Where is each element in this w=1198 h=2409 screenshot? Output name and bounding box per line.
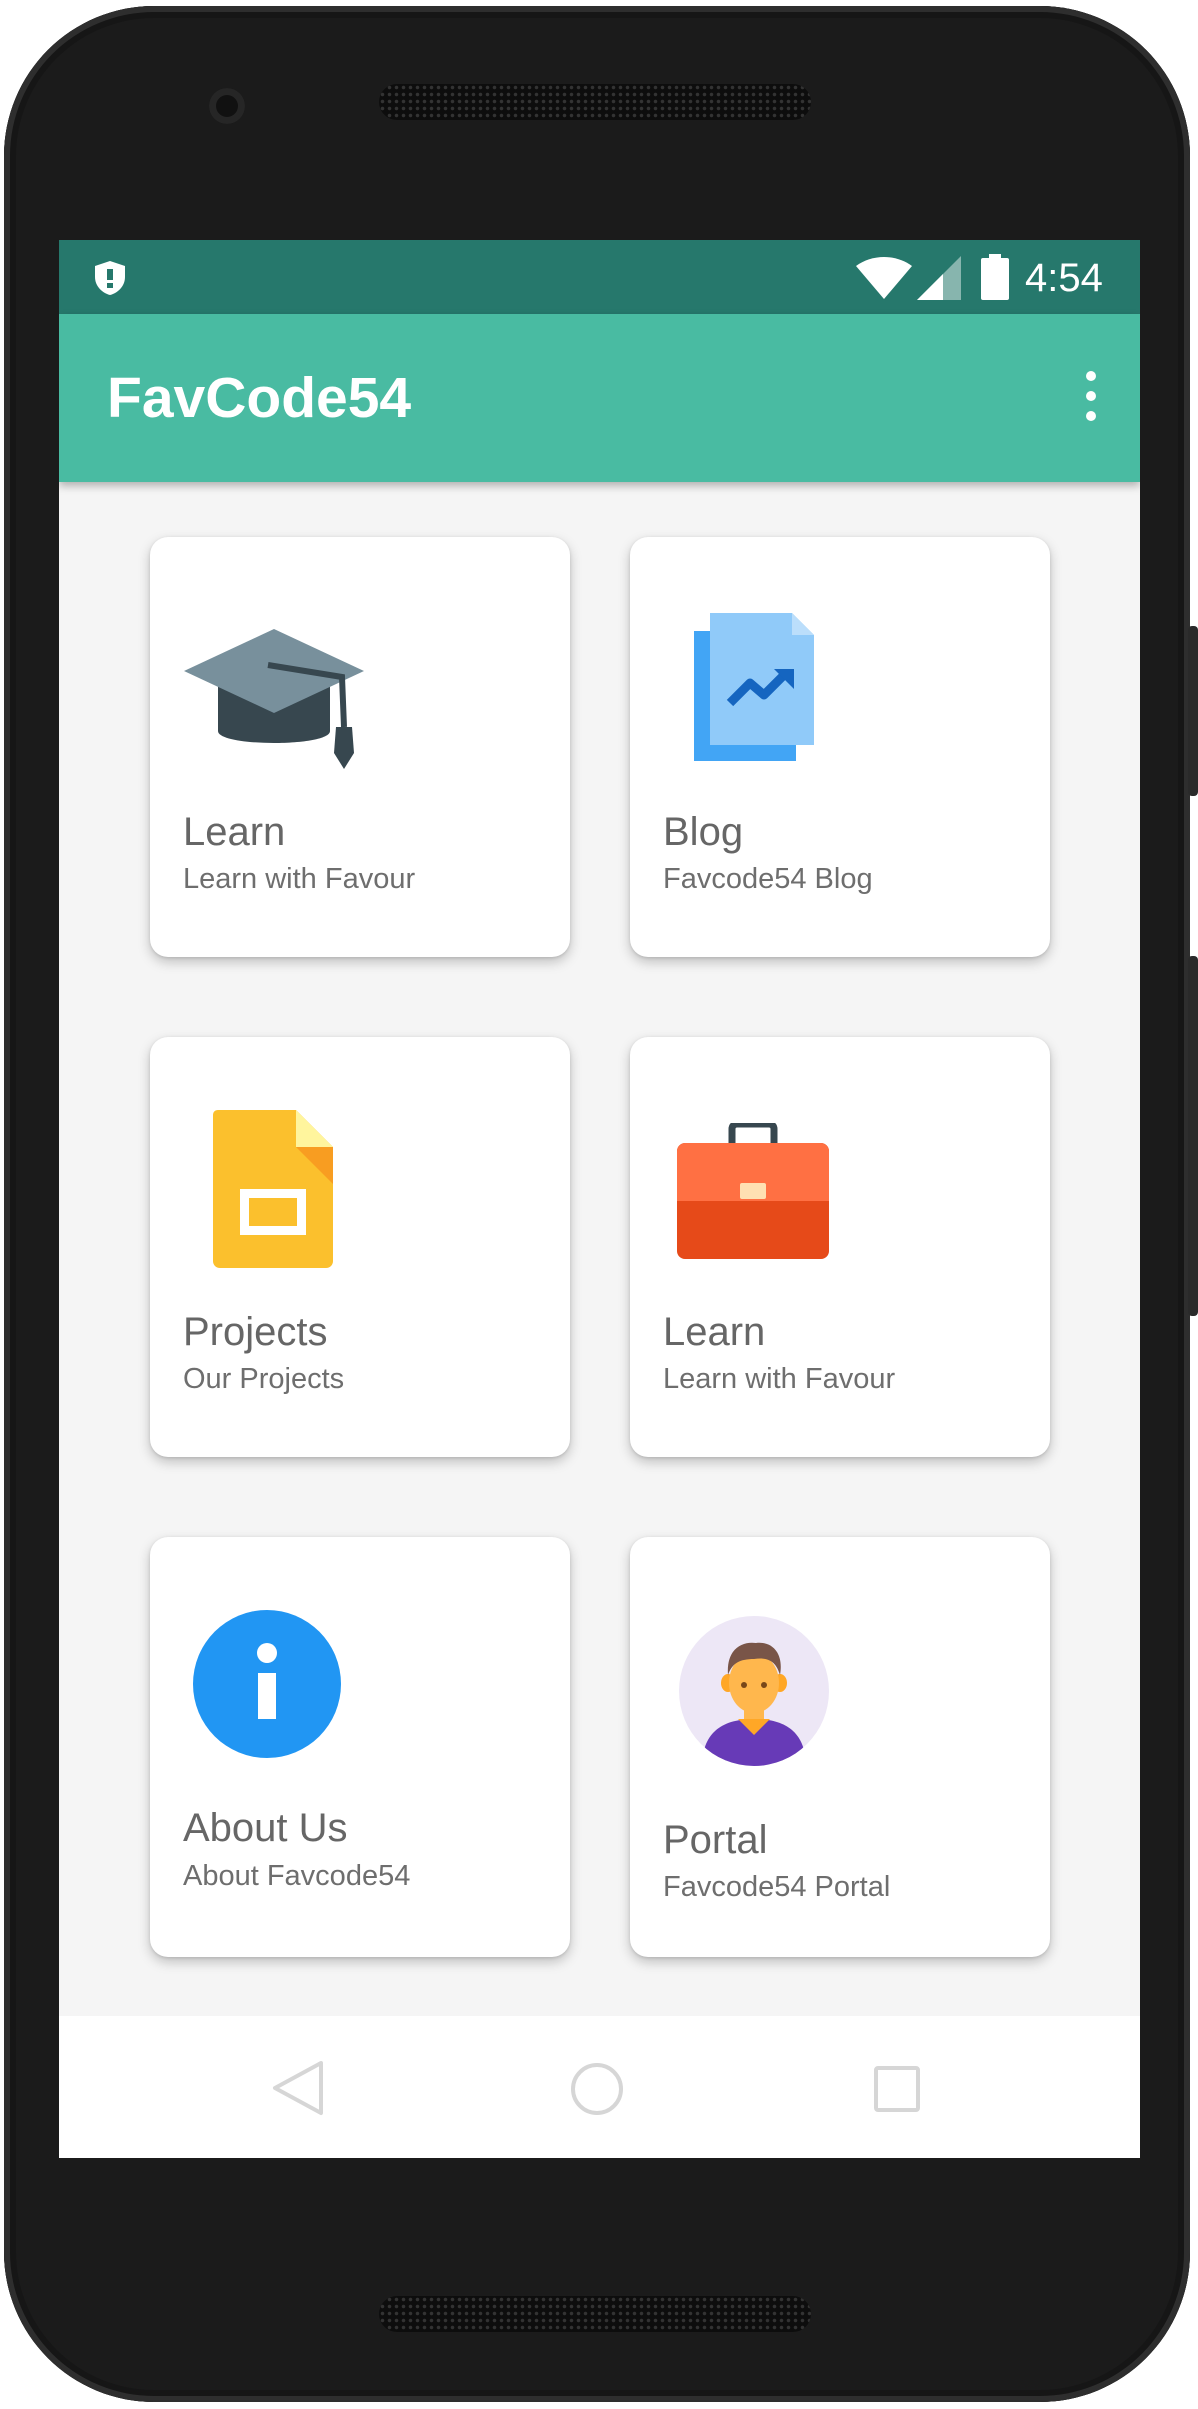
card-title: Portal	[663, 1818, 768, 1862]
card-title: About Us	[183, 1806, 348, 1850]
phone-frame: 4:54 FavCode54 Learn Learn with Favour B…	[4, 6, 1198, 2402]
card-title: Learn	[663, 1310, 766, 1354]
card-learn[interactable]: Learn Learn with Favour	[150, 537, 570, 957]
top-speaker	[379, 84, 811, 120]
app-screen: 4:54 FavCode54 Learn Learn with Favour B…	[59, 240, 1140, 2158]
card-subtitle: Learn with Favour	[663, 1363, 896, 1395]
card-title: Blog	[663, 810, 744, 854]
briefcase-icon	[677, 1123, 829, 1259]
wifi-icon	[856, 257, 912, 299]
card-subtitle: Our Projects	[183, 1363, 345, 1395]
home-icon[interactable]	[570, 2062, 624, 2116]
front-camera	[209, 88, 245, 124]
graduation-cap-icon	[184, 629, 364, 769]
slides-file-icon	[213, 1110, 333, 1268]
card-title: Projects	[183, 1310, 328, 1354]
card-subtitle: Learn with Favour	[183, 863, 416, 895]
volume-button	[1188, 956, 1198, 1316]
card-projects[interactable]: Projects Our Projects	[150, 1037, 570, 1457]
cell-signal-icon	[917, 256, 961, 300]
app-title: FavCode54	[107, 366, 412, 430]
status-time: 4:54	[1025, 256, 1103, 300]
card-portal[interactable]: Portal Favcode54 Portal	[630, 1537, 1050, 1957]
card-learn-2[interactable]: Learn Learn with Favour	[630, 1037, 1050, 1457]
more-options-icon[interactable]	[1071, 366, 1111, 426]
power-button	[1188, 626, 1198, 796]
shield-icon	[95, 261, 125, 295]
navigation-bar	[59, 2016, 1140, 2158]
app-bar: FavCode54	[59, 314, 1140, 482]
back-icon[interactable]	[271, 2060, 325, 2116]
document-chart-icon	[694, 613, 814, 761]
bottom-speaker	[379, 2296, 811, 2332]
card-subtitle: Favcode54 Portal	[663, 1871, 891, 1903]
status-bar: 4:54	[59, 240, 1140, 314]
user-avatar-icon	[679, 1616, 829, 1766]
card-blog[interactable]: Blog Favcode54 Blog	[630, 537, 1050, 957]
card-subtitle: About Favcode54	[183, 1860, 411, 1892]
battery-icon	[981, 254, 1009, 300]
recent-apps-icon[interactable]	[873, 2065, 921, 2113]
card-title: Learn	[183, 810, 286, 854]
card-subtitle: Favcode54 Blog	[663, 863, 873, 895]
info-icon	[193, 1610, 341, 1758]
card-about-us[interactable]: About Us About Favcode54	[150, 1537, 570, 1957]
